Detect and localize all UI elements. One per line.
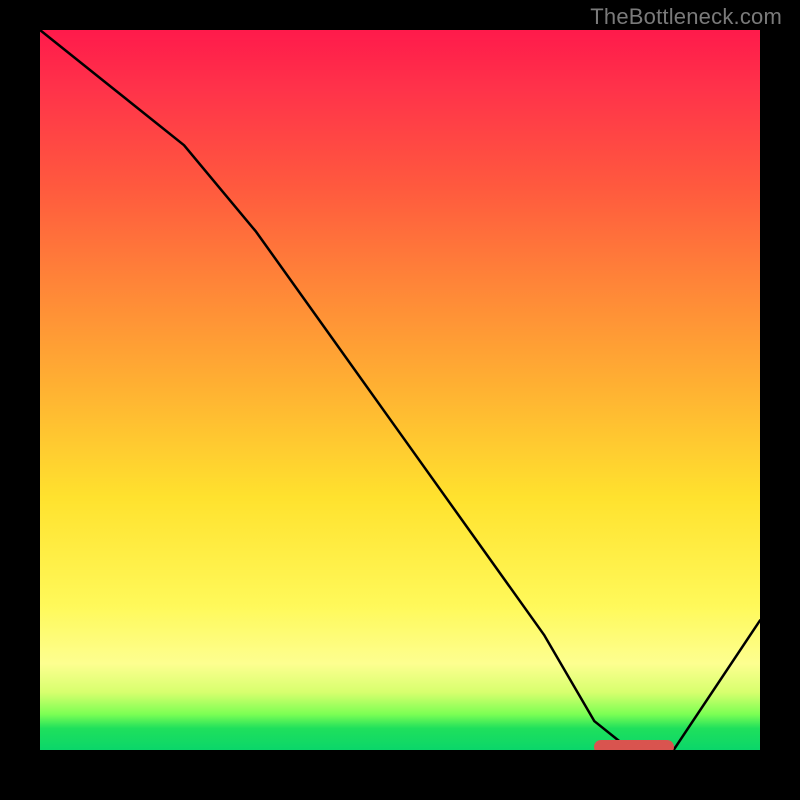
watermark-text: TheBottleneck.com	[590, 4, 782, 30]
chart-container: TheBottleneck.com	[0, 0, 800, 800]
bottleneck-curve	[40, 30, 760, 750]
optimal-range-marker	[594, 740, 673, 750]
plot-area	[40, 30, 760, 750]
